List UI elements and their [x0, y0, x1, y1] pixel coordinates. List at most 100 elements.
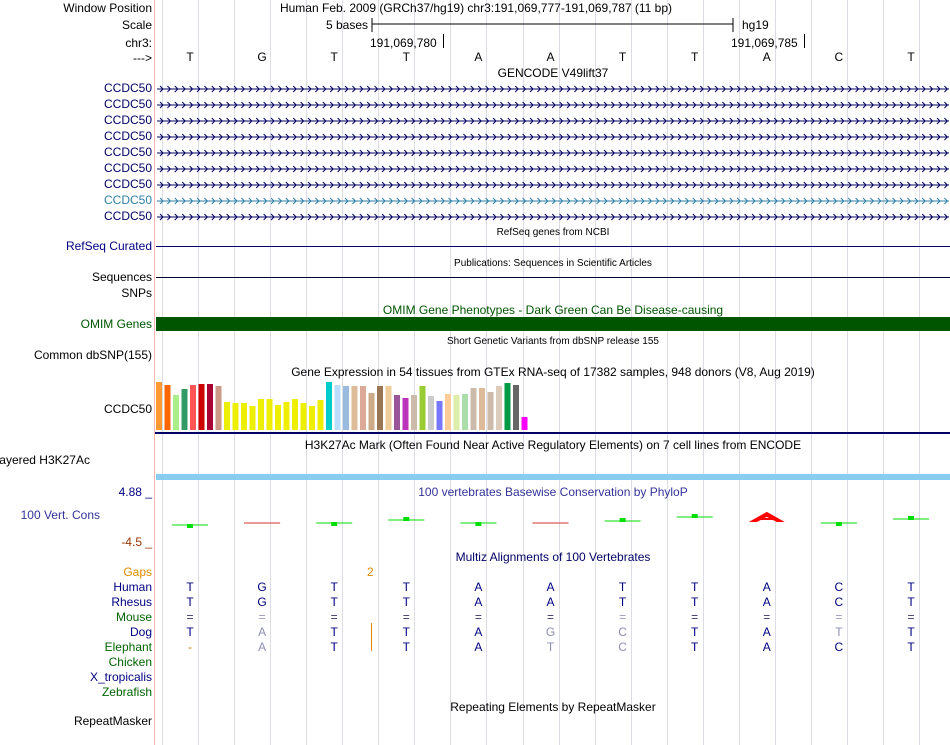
phylop-value-mark[interactable]: [820, 522, 857, 526]
phylop-value-mark[interactable]: [893, 516, 929, 520]
gtex-tissue-bar[interactable]: [453, 395, 460, 430]
gencode-transcript-label[interactable]: CCDC50: [0, 113, 152, 127]
phylop-value-mark[interactable]: [460, 522, 497, 526]
gtex-tissue-bar[interactable]: [317, 400, 324, 430]
gtex-tissue-bar[interactable]: [164, 385, 171, 430]
gencode-transcript-label[interactable]: CCDC50: [0, 209, 152, 223]
gencode-transcript-label[interactable]: CCDC50: [0, 81, 152, 95]
gtex-tissue-bar[interactable]: [190, 385, 196, 430]
publications-line[interactable]: [156, 277, 950, 278]
dbsnp-track-title[interactable]: Short Genetic Variants from dbSNP releas…: [156, 335, 950, 349]
gtex-tissue-bar[interactable]: [521, 417, 528, 430]
publications-track-title[interactable]: Publications: Sequences in Scientific Ar…: [156, 257, 950, 271]
multiz-species-label[interactable]: X_tropicalis: [0, 670, 152, 684]
gtex-tissue-bar[interactable]: [309, 406, 315, 430]
gencode-transcript-label[interactable]: CCDC50: [0, 97, 152, 111]
multiz-species-label[interactable]: Chicken: [0, 655, 152, 669]
phylop-value-mark[interactable]: [676, 514, 713, 518]
gencode-transcript-label[interactable]: CCDC50: [0, 129, 152, 143]
h3k27ac-track-title[interactable]: H3K27Ac Mark (Often Found Near Active Re…: [156, 438, 950, 452]
gtex-tissue-bar[interactable]: [428, 396, 434, 430]
phylop-track-label[interactable]: 100 Vert. Cons: [0, 508, 100, 522]
multiz-species-label[interactable]: Elephant: [0, 640, 152, 654]
gtex-expression-chart[interactable]: [155, 378, 950, 436]
refseq-track-label[interactable]: RefSeq Curated: [0, 239, 152, 253]
gtex-tissue-bar[interactable]: [181, 389, 188, 430]
gtex-tissue-bar[interactable]: [275, 405, 281, 430]
gtex-tissue-bar[interactable]: [513, 385, 519, 430]
window-position-value[interactable]: Human Feb. 2009 (GRCh37/hg19) chr3:191,0…: [156, 1, 796, 15]
gtex-gene-label[interactable]: CCDC50: [0, 402, 152, 416]
gtex-tissue-bar[interactable]: [445, 394, 451, 430]
gtex-tissue-bar[interactable]: [479, 388, 485, 430]
gtex-track-title[interactable]: Gene Expression in 54 tissues from GTEx …: [156, 365, 950, 379]
h3k27ac-track-label[interactable]: Layered H3K27Ac: [0, 453, 90, 467]
gtex-tissue-bar[interactable]: [258, 399, 264, 430]
phylop-conservation-plot[interactable]: [155, 500, 950, 545]
gtex-tissue-bar[interactable]: [292, 399, 298, 430]
gencode-transcript-label[interactable]: CCDC50: [0, 193, 152, 207]
refseq-gene-line[interactable]: [156, 246, 950, 247]
gencode-transcript-label[interactable]: CCDC50: [0, 145, 152, 159]
gtex-tissue-bar[interactable]: [207, 384, 213, 430]
multiz-species-label[interactable]: Dog: [0, 625, 152, 639]
gtex-tissue-bar[interactable]: [504, 383, 511, 430]
gtex-tissue-bar[interactable]: [402, 398, 409, 430]
multiz-track-title[interactable]: Multiz Alignments of 100 Vertebrates: [156, 550, 950, 564]
gencode-transcript-line[interactable]: [157, 148, 949, 158]
gencode-transcript-label[interactable]: CCDC50: [0, 177, 152, 191]
gencode-transcript-line[interactable]: [157, 116, 949, 126]
gencode-transcript-line[interactable]: [157, 212, 949, 222]
gtex-tissue-bar[interactable]: [249, 406, 256, 430]
gtex-tissue-bar[interactable]: [470, 388, 477, 430]
gtex-tissue-bar[interactable]: [385, 386, 392, 430]
gtex-tissue-bar[interactable]: [411, 395, 417, 430]
gtex-tissue-bar[interactable]: [436, 401, 443, 430]
gencode-transcript-line[interactable]: [157, 132, 949, 142]
gencode-transcript-line[interactable]: [157, 84, 949, 94]
phylop-value-mark[interactable]: [388, 517, 425, 521]
gtex-tissue-bar[interactable]: [496, 386, 502, 430]
gtex-tissue-bar[interactable]: [394, 395, 400, 430]
dbsnp-track-label[interactable]: Common dbSNP(155): [0, 348, 152, 362]
gtex-tissue-bar[interactable]: [419, 386, 426, 430]
gtex-tissue-bar[interactable]: [232, 403, 239, 430]
gtex-tissue-bar[interactable]: [487, 392, 494, 430]
phylop-track-title[interactable]: 100 vertebrates Basewise Conservation by…: [156, 485, 950, 499]
gtex-tissue-bar[interactable]: [215, 386, 222, 430]
phylop-value-mark[interactable]: [172, 524, 208, 528]
gtex-tissue-bar[interactable]: [326, 382, 332, 430]
gencode-track-title[interactable]: GENCODE V49lift37: [156, 66, 950, 80]
phylop-value-mark[interactable]: [316, 522, 353, 526]
phylop-value-mark[interactable]: [748, 511, 785, 522]
gtex-tissue-bar[interactable]: [343, 386, 349, 430]
gencode-transcript-line[interactable]: [157, 164, 949, 174]
repeatmasker-track-title[interactable]: Repeating Elements by RepeatMasker: [156, 700, 950, 714]
gtex-tissue-bar[interactable]: [283, 402, 290, 430]
gtex-tissue-bar[interactable]: [224, 402, 230, 430]
gencode-transcript-line[interactable]: [157, 100, 949, 110]
omim-phenotype-bar[interactable]: [156, 317, 950, 331]
multiz-species-label[interactable]: Mouse: [0, 610, 152, 624]
gencode-transcript-line[interactable]: [157, 196, 949, 206]
gtex-tissue-bar[interactable]: [266, 399, 273, 430]
multiz-species-label[interactable]: Zebrafish: [0, 685, 152, 699]
gtex-tissue-bar[interactable]: [368, 393, 375, 430]
publications-track-label[interactable]: Sequences: [0, 270, 152, 284]
h3k27ac-signal-bar[interactable]: [156, 474, 950, 480]
phylop-value-mark[interactable]: [604, 518, 641, 522]
gtex-tissue-bar[interactable]: [300, 403, 307, 430]
gtex-tissue-bar[interactable]: [241, 403, 247, 430]
gencode-transcript-line[interactable]: [157, 180, 949, 190]
gtex-tissue-bar[interactable]: [198, 384, 205, 430]
gtex-tissue-bar[interactable]: [334, 385, 341, 430]
gtex-tissue-bar[interactable]: [360, 386, 366, 430]
omim-track-title[interactable]: OMIM Gene Phenotypes - Dark Green Can Be…: [156, 303, 950, 317]
gencode-transcript-label[interactable]: CCDC50: [0, 161, 152, 175]
multiz-species-label[interactable]: Human: [0, 580, 152, 594]
gtex-tissue-bar[interactable]: [351, 386, 358, 430]
refseq-track-title[interactable]: RefSeq genes from NCBI: [156, 226, 950, 240]
gtex-tissue-bar[interactable]: [462, 394, 468, 430]
gtex-tissue-bar[interactable]: [156, 382, 162, 430]
snps-section-label[interactable]: SNPs: [0, 286, 152, 300]
